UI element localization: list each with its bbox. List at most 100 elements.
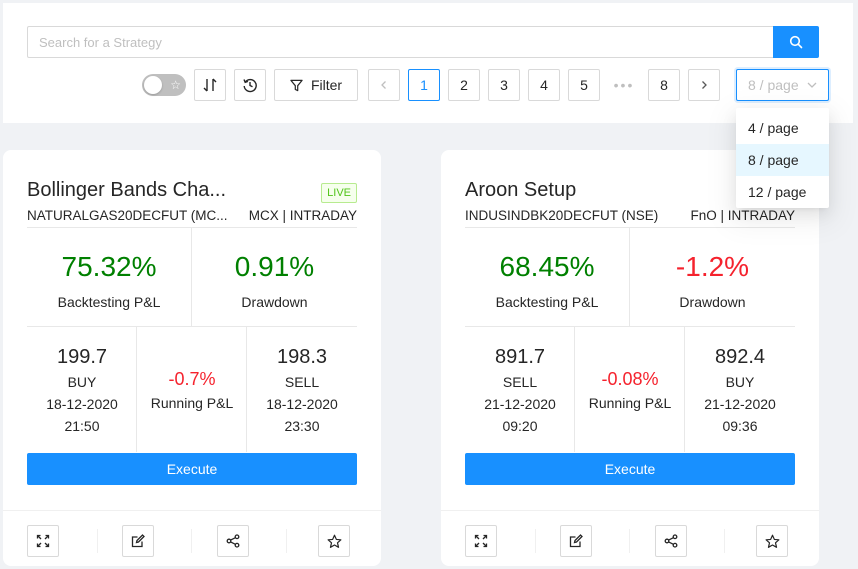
strategy-title[interactable]: Bollinger Bands Cha... (27, 179, 226, 202)
entry-side: BUY (67, 374, 97, 390)
segment-label: FnO | INTRADAY (690, 208, 795, 223)
strategy-toolbar: ☆ Filter 1 2 3 4 5 ••• 8 8 / page (3, 3, 853, 123)
pagination-page-4[interactable]: 4 (528, 69, 560, 101)
divider (629, 529, 630, 553)
drawdown-value: -1.2% (675, 251, 750, 282)
share-icon (226, 534, 240, 548)
filter-label: Filter (310, 77, 343, 93)
divider (465, 227, 795, 228)
filter-button[interactable]: Filter (274, 69, 358, 101)
expand-button[interactable] (465, 525, 497, 557)
share-button[interactable] (655, 525, 687, 557)
entry-trade: 199.7 BUY 18-12-2020 21:50 (27, 344, 137, 437)
divider (27, 326, 357, 327)
exit-date: 21-12-2020 (704, 396, 776, 412)
pagination-page-2[interactable]: 2 (448, 69, 480, 101)
divider (465, 326, 795, 327)
running-pnl: -0.08% Running P&L (575, 367, 685, 413)
execute-button[interactable]: Execute (465, 453, 795, 485)
page-size-option-12[interactable]: 12 / page (736, 176, 829, 208)
share-icon (664, 534, 678, 548)
divider (97, 529, 98, 553)
exit-side: SELL (284, 374, 320, 390)
chevron-down-icon (807, 82, 817, 88)
entry-price: 891.7 (494, 346, 546, 368)
page-size-option-8[interactable]: 8 / page (736, 144, 829, 176)
strategy-card: Bollinger Bands Cha... LIVE NATURALGAS20… (3, 150, 381, 566)
exit-trade: 198.3 SELL 18-12-2020 23:30 (247, 344, 357, 437)
history-button[interactable] (234, 69, 266, 101)
entry-date: 18-12-2020 (46, 396, 118, 412)
exit-price: 892.4 (714, 346, 766, 368)
star-icon: ☆ (170, 78, 181, 92)
pagination-page-1[interactable]: 1 (408, 69, 440, 101)
exit-price: 198.3 (276, 346, 328, 368)
share-button[interactable] (217, 525, 249, 557)
sort-button[interactable] (194, 69, 226, 101)
toggle-knob (144, 76, 162, 94)
instrument-symbol: NATURALGAS20DECFUT (MC... (27, 208, 228, 223)
running-pnl-label: Running P&L (150, 395, 234, 411)
pagination-page-5[interactable]: 5 (568, 69, 600, 101)
backtesting-metric: 68.45% Backtesting P&L (465, 250, 629, 310)
exit-date: 18-12-2020 (266, 396, 338, 412)
exit-time: 09:36 (722, 418, 758, 434)
entry-time: 09:20 (502, 418, 538, 434)
divider (724, 529, 725, 553)
star-outline-icon (327, 534, 341, 548)
divider (286, 529, 287, 553)
segment-label: MCX | INTRADAY (248, 208, 357, 223)
running-pnl: -0.7% Running P&L (137, 367, 247, 413)
divider (27, 227, 357, 228)
pagination-page-3[interactable]: 3 (488, 69, 520, 101)
favorite-button[interactable] (318, 525, 350, 557)
entry-trade: 891.7 SELL 21-12-2020 09:20 (465, 344, 575, 437)
strategy-title[interactable]: Aroon Setup (465, 179, 576, 202)
pagination-prev-button[interactable] (368, 69, 400, 101)
backtesting-value: 75.32% (61, 251, 157, 282)
pagination-jump-next[interactable]: ••• (608, 69, 640, 101)
strategy-card: Aroon Setup INDUSINDBK20DECFUT (NSE) FnO… (441, 150, 819, 566)
backtesting-label: Backtesting P&L (57, 294, 161, 310)
entry-price: 199.7 (56, 346, 108, 368)
backtesting-metric: 75.32% Backtesting P&L (27, 250, 191, 310)
sort-icon (203, 78, 217, 92)
pagination-next-button[interactable] (688, 69, 720, 101)
page-size-option-4[interactable]: 4 / page (736, 112, 829, 144)
pagination-page-8[interactable]: 8 (648, 69, 680, 101)
edit-button[interactable] (122, 525, 154, 557)
page-size-select[interactable]: 8 / page (736, 69, 829, 101)
star-outline-icon (765, 534, 779, 548)
chevron-left-icon (381, 81, 386, 89)
favorites-toggle[interactable]: ☆ (142, 74, 186, 96)
exit-side: BUY (725, 374, 755, 390)
search-bar (27, 26, 819, 58)
card-actions (441, 510, 819, 566)
entry-time: 21:50 (64, 418, 100, 434)
expand-button[interactable] (27, 525, 59, 557)
page-size-placeholder: 8 / page (748, 77, 799, 93)
favorite-button[interactable] (756, 525, 788, 557)
page-size-dropdown: 4 / page 8 / page 12 / page (736, 108, 829, 208)
drawdown-value: 0.91% (234, 251, 315, 282)
backtesting-label: Backtesting P&L (495, 294, 599, 310)
instrument-symbol: INDUSINDBK20DECFUT (NSE) (465, 208, 659, 223)
running-pnl-label: Running P&L (588, 395, 672, 411)
expand-icon (474, 534, 488, 548)
execute-button[interactable]: Execute (27, 453, 357, 485)
live-badge: LIVE (321, 183, 357, 203)
history-icon (243, 78, 257, 93)
search-button[interactable] (773, 26, 819, 58)
edit-button[interactable] (560, 525, 592, 557)
exit-time: 23:30 (284, 418, 320, 434)
search-input[interactable] (27, 26, 773, 58)
running-pnl-value: -0.7% (168, 369, 216, 389)
divider (191, 529, 192, 553)
edit-icon (131, 534, 145, 548)
running-pnl-value: -0.08% (601, 369, 659, 389)
drawdown-label: Drawdown (241, 294, 308, 310)
expand-icon (36, 534, 50, 548)
card-actions (3, 510, 381, 566)
divider (535, 529, 536, 553)
drawdown-metric: -1.2% Drawdown (630, 250, 795, 310)
